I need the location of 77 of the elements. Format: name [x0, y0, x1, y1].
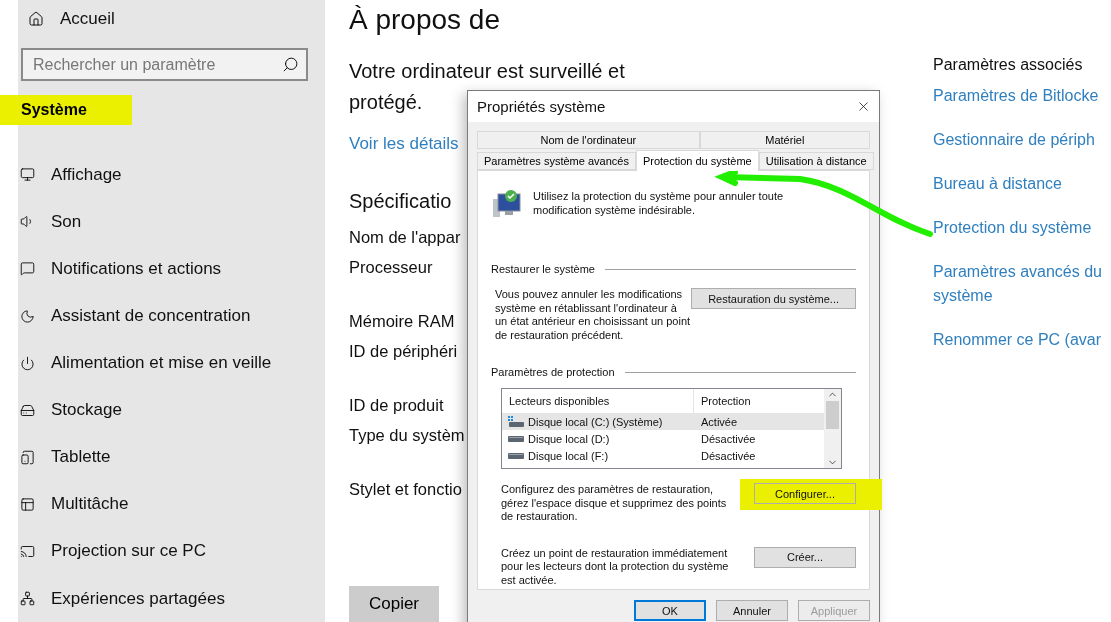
power-icon [20, 355, 35, 371]
cast-icon [20, 543, 35, 559]
spec-label: Mémoire RAM [349, 311, 456, 331]
sidebar-item[interactable]: Tablette [51, 447, 111, 468]
intro-text: Utilisez la protection du système pour annuler toute modification système indésirable. [533, 189, 785, 217]
tab[interactable]: Matériel [699, 131, 870, 149]
drive-name: Disque local (D:) [528, 432, 610, 445]
group-title: Restaurer le système [491, 263, 595, 275]
drive-row[interactable]: Disque local (F:) Désactivée [502, 447, 824, 464]
page-title: À propos de [349, 4, 500, 36]
home-link[interactable]: Accueil [60, 8, 115, 29]
status-text: protégé. [349, 90, 423, 115]
sidebar-item[interactable]: Alimentation et mise en veille [51, 353, 272, 374]
spec-label: ID de produit [349, 395, 445, 415]
close-icon[interactable] [856, 99, 871, 114]
protection-status: Activée [700, 415, 739, 428]
scrollbar[interactable] [824, 389, 841, 468]
protection-status: Désactivée [700, 432, 757, 445]
section-title: Spécificatio [349, 190, 452, 213]
computer-shield-icon [491, 187, 523, 219]
sidebar-item[interactable]: Multitâche [51, 494, 129, 515]
sidebar-heading: Système [0, 95, 132, 126]
drive-icon [508, 452, 524, 459]
related-link[interactable]: Gestionnaire de périph [933, 128, 1111, 152]
tablet-icon [20, 449, 35, 465]
tab[interactable]: Protection du système [635, 150, 759, 171]
drive-row[interactable]: Disque local (C:) (Système) Activée [502, 413, 824, 430]
spec-label: Type du systèm [349, 425, 465, 445]
related-link[interactable]: Protection du système [933, 216, 1111, 240]
search-field[interactable]: Rechercher un paramètre [21, 48, 308, 82]
create-button[interactable]: Créer... [754, 546, 856, 568]
tab[interactable]: Paramètres système avancés [477, 152, 636, 170]
protection-status: Désactivée [700, 449, 757, 462]
restore-text: Vous pouvez annuler les modifications système en rétablissant l'ordinateur à un état antérieur en choisissant un point de restauration précédent. [495, 288, 692, 342]
configure-text: Configurez des paramètres de restauration, gérez l'espace disque et supprimez des points de restauration. [501, 483, 728, 524]
restore-button[interactable]: Restauration du système... [691, 288, 856, 309]
group-title: Paramètres de protection [491, 366, 615, 378]
home-icon [28, 10, 44, 27]
drive-icon [508, 435, 524, 442]
spec-label: ID de périphéri [349, 341, 458, 361]
search-icon [282, 56, 299, 74]
moon-icon [20, 308, 35, 324]
dialog-button[interactable]: Annuler [716, 600, 788, 621]
related-link[interactable]: Paramètres de Bitlocke [933, 84, 1111, 108]
copy-button[interactable]: Copier [349, 586, 439, 622]
tab[interactable]: Utilisation à distance [758, 152, 874, 170]
related-title: Paramètres associés [933, 56, 1084, 74]
network-icon [20, 591, 35, 606]
sidebar-item[interactable]: Projection sur ce PC [51, 541, 206, 562]
dialog-button[interactable]: OK [634, 600, 706, 621]
spec-label: Stylet et fonctio [349, 479, 462, 499]
drive-name: Disque local (C:) (Système) [528, 415, 663, 428]
message-icon [20, 261, 35, 277]
spec-label: Nom de l'appar [349, 227, 461, 247]
create-text: Créez un point de restauration immédiatement pour les lecteurs dont la protection du système est activée. [501, 546, 730, 587]
related-link[interactable]: Paramètres avancés du système [933, 260, 1111, 308]
panels-icon [20, 496, 35, 512]
sidebar-item[interactable]: Son [51, 211, 82, 232]
sidebar-item[interactable]: Stockage [51, 400, 122, 421]
column-header[interactable]: Protection [694, 389, 824, 413]
system-drive-icon [508, 416, 524, 427]
monitor-icon [20, 167, 35, 183]
spec-label: Processeur [349, 257, 434, 277]
sidebar-item[interactable]: Affichage [51, 164, 122, 185]
details-link[interactable]: Voir les détails [349, 134, 459, 153]
drive-row[interactable]: Disque local (D:) Désactivée [502, 430, 824, 447]
dialog-title: Propriétés système [477, 98, 606, 115]
sidebar-item[interactable]: Assistant de concentration [51, 306, 251, 327]
sidebar-item[interactable]: Notifications et actions [51, 258, 222, 279]
configure-button[interactable]: Configurer... [754, 483, 856, 504]
sidebar-item[interactable]: Expériences partagées [51, 588, 225, 609]
tab[interactable]: Nom de l'ordinateur [477, 131, 700, 149]
status-text: Votre ordinateur est surveillé et [349, 59, 625, 84]
related-link[interactable]: Bureau à distance [933, 172, 1111, 196]
drive-name: Disque local (F:) [528, 449, 609, 462]
related-link[interactable]: Renommer ce PC (avar [933, 328, 1111, 352]
drive-icon [20, 402, 35, 418]
